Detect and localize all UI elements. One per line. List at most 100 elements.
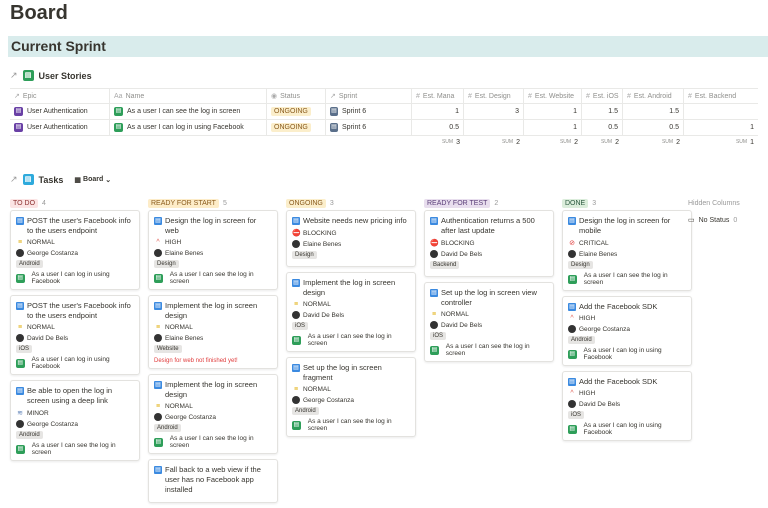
priority-icon: ≡ [17, 239, 23, 246]
page-icon: ▤ [568, 378, 576, 386]
column-header[interactable]: TO DO 4 [10, 196, 140, 210]
task-card[interactable]: ▤ Design the log in screen for mobile ⊘ CRI… [562, 210, 692, 291]
assignee-row: George Costanza [568, 325, 686, 333]
header-est-android[interactable]: # Est. Android [623, 89, 684, 103]
tasks-title: Tasks [38, 174, 64, 185]
header-name[interactable]: Aa Name [110, 89, 267, 103]
task-card[interactable]: ▤ Website needs new pricing info ⛔ BLOCKING… [286, 210, 416, 267]
est-backend-cell[interactable]: 1 [684, 120, 758, 135]
est-design-cell[interactable] [464, 120, 524, 135]
task-title: Design the log in screen for web [165, 216, 257, 235]
view-switcher[interactable]: ▦ Board ⌄ [74, 176, 111, 184]
task-card[interactable]: ▤ Implement the log in screen design ≡ NORM… [148, 374, 278, 454]
story-link[interactable]: ▤ As a user I can see the log in screen [16, 442, 134, 456]
story-link[interactable]: ▤ As a user I can see the log in screen [430, 343, 548, 357]
header-est-mana[interactable]: # Est. Mana [412, 89, 464, 103]
est-ios-cell[interactable]: 0.5 [582, 120, 623, 135]
est-website-cell[interactable]: 1 [524, 104, 582, 119]
task-card[interactable]: ▤ Set up the log in screen view controlle… [424, 282, 554, 362]
story-link[interactable]: ▤ As a user I can see the log in screen [154, 271, 272, 285]
story-link[interactable]: ▤ As a user I can see the log in screen [568, 272, 686, 286]
header-est-design[interactable]: # Est. Design [464, 89, 524, 103]
table-row[interactable]: ▤ User Authentication ▤ As a user I can lo… [10, 120, 758, 136]
user-stories-header[interactable]: ↗ ▤ User Stories [10, 70, 92, 81]
page-icon: ▤ [16, 217, 24, 225]
est-website-cell[interactable]: 1 [524, 120, 582, 135]
status-badge[interactable]: ONGOING [271, 107, 311, 116]
est-ios-cell[interactable]: 1.5 [582, 104, 623, 119]
name-cell[interactable]: As a user I can log in using Facebook [127, 124, 244, 131]
platform-tag: iOS [430, 332, 447, 340]
story-link[interactable]: ▤ As a user I can log in using Facebook [16, 356, 134, 370]
priority-icon: ≡ [17, 324, 23, 331]
story-link[interactable]: ▤ As a user I can see the log in screen [292, 333, 410, 347]
number-icon: # [688, 92, 692, 100]
priority-label: BLOCKING [303, 229, 337, 237]
hidden-column-no-status[interactable]: ▭ No Status 0 [688, 216, 768, 225]
task-card[interactable]: ▤ Design the log in screen for web ^ HIGH El… [148, 210, 278, 290]
column-count: 3 [329, 199, 334, 207]
header-est-backend[interactable]: # Est. Backend [684, 89, 758, 103]
board-view-icon: ▦ [74, 176, 82, 184]
task-card[interactable]: ▤ Implement the log in screen design ≡ NORM… [286, 272, 416, 352]
hidden-columns: Hidden Columns ▭ No Status 0 [688, 196, 768, 225]
link-arrow-icon: ↗ [10, 174, 18, 184]
user-stories-title: User Stories [38, 70, 92, 81]
epic-cell[interactable]: User Authentication [27, 108, 88, 115]
story-link[interactable]: ▤ As a user I can see the log in screen [292, 418, 410, 432]
sprint-cell[interactable]: Sprint 6 [342, 108, 366, 115]
task-card[interactable]: ▤ POST the user's Facebook info to the us… [10, 210, 140, 290]
task-card[interactable]: ▤ Authentication returns a 500 after last… [424, 210, 554, 277]
est-design-cell[interactable]: 3 [464, 104, 524, 119]
table-row[interactable]: ▤ User Authentication ▤ As a user I can se… [10, 104, 758, 120]
story-icon: ▤ [16, 273, 25, 283]
platform-tag: iOS [568, 411, 585, 419]
task-card[interactable]: ▤ Add the Facebook SDK ^ HIGH David De Bels i… [562, 371, 692, 441]
header-epic[interactable]: ↗ Epic [10, 89, 110, 103]
column-header[interactable]: ONGOING 3 [286, 196, 416, 210]
story-link[interactable]: ▤ As a user I can log in using Facebook [568, 347, 686, 361]
database-icon: ▤ [22, 70, 34, 81]
avatar [430, 321, 438, 329]
task-card[interactable]: ▤ Implement the log in screen design ≡ NORM… [148, 295, 278, 369]
assignee-name: George Costanza [27, 420, 78, 428]
table-header-row: ↗ Epic Aa Name ◉ Status ↗ Sprint # Est. Mana … [10, 88, 758, 104]
page-icon: ▤ [154, 381, 162, 389]
task-title: Fall back to a web view if the user has … [165, 465, 261, 494]
header-sprint[interactable]: ↗ Sprint [326, 89, 412, 103]
task-card[interactable]: ▤ Be able to open the log in screen using… [10, 380, 140, 461]
story-link[interactable]: ▤ As a user I can log in using Facebook [568, 422, 686, 436]
assignee-name: George Costanza [303, 396, 354, 404]
status-badge[interactable]: ONGOING [271, 123, 311, 132]
assignee-name: David De Bels [303, 311, 345, 319]
task-card[interactable]: ▤ Set up the log in screen fragment ≡ NORMA… [286, 357, 416, 437]
task-title: POST the user's Facebook info to the use… [27, 216, 131, 235]
task-card[interactable]: ▤ Add the Facebook SDK ^ HIGH George Costanz… [562, 296, 692, 366]
header-status[interactable]: ◉ Status [267, 89, 326, 103]
priority-icon: ≡ [155, 324, 161, 331]
task-card[interactable]: ▤ Fall back to a web view if the user has… [148, 459, 278, 503]
story-link[interactable]: ▤ As a user I can see the log in screen [154, 435, 272, 449]
priority-icon: ≡ [155, 403, 161, 410]
header-est-website[interactable]: # Est. Website [524, 89, 582, 103]
est-mana-cell[interactable]: 1 [412, 104, 464, 119]
column-header[interactable]: DONE 3 [562, 196, 692, 210]
story-icon: ▤ [16, 358, 25, 368]
platform-tag: Design [568, 261, 593, 269]
story-link[interactable]: ▤ As a user I can log in using Facebook [16, 271, 134, 285]
name-cell[interactable]: As a user I can see the log in screen [127, 108, 240, 115]
priority-label: NORMAL [27, 239, 55, 246]
est-android-cell[interactable]: 1.5 [623, 104, 684, 119]
epic-cell[interactable]: User Authentication [27, 124, 88, 131]
est-backend-cell[interactable] [684, 104, 758, 119]
task-card[interactable]: ▤ POST the user's Facebook info to the us… [10, 295, 140, 375]
est-mana-cell[interactable]: 0.5 [412, 120, 464, 135]
tasks-header[interactable]: ↗ ▤ Tasks ▦ Board ⌄ [10, 174, 111, 185]
sprint-cell[interactable]: Sprint 6 [342, 124, 366, 131]
column-header[interactable]: READY FOR START 5 [148, 196, 278, 210]
column-header[interactable]: READY FOR TEST 2 [424, 196, 554, 210]
est-android-cell[interactable]: 0.5 [623, 120, 684, 135]
assignee-row: George Costanza [16, 249, 134, 257]
platform-tag: Design [292, 251, 317, 259]
header-est-ios[interactable]: # Est. iOS [582, 89, 623, 103]
